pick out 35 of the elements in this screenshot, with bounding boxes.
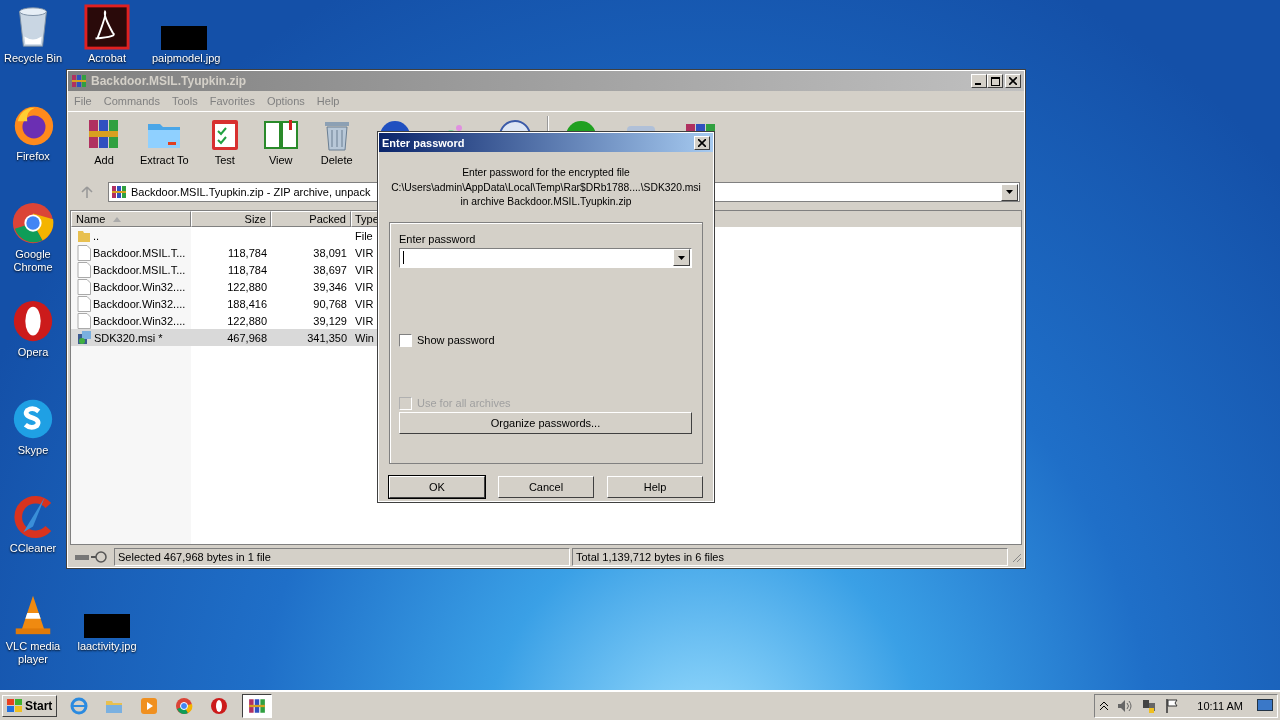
type-cell-text: VIR xyxy=(354,263,375,276)
file-name-cell: SDK320.msi * xyxy=(71,330,191,345)
type-cell-text: VIR xyxy=(354,297,375,310)
packed-cell-text: 38,697 xyxy=(312,263,348,276)
packed-cell-text: 39,346 xyxy=(312,280,348,293)
size-cell-text: 467,968 xyxy=(226,331,268,344)
size-cell-text: 122,880 xyxy=(226,280,268,293)
dialog-message-line: in archive Backdoor.MSIL.Tyupkin.zip xyxy=(460,195,632,209)
packed-cell-text: 90,768 xyxy=(312,297,348,310)
dialog-title: Enter password xyxy=(382,136,465,149)
packed-cell-text: 38,091 xyxy=(312,246,348,259)
file-name-cell: .. xyxy=(71,228,191,243)
type-cell-text: VIR xyxy=(354,280,375,293)
dialog-message-line: C:\Users\admin\AppData\Local\Temp\Rar$DRb1788....\SDK320.msi xyxy=(391,180,701,195)
size-cell-text: 122,880 xyxy=(226,314,268,327)
size-cell-text: 118,784 xyxy=(227,246,268,259)
size-cell-text: 118,784 xyxy=(227,263,268,276)
file-name-cell: Backdoor.Win32.... xyxy=(71,295,191,312)
file-name-cell: Backdoor.Win32.... xyxy=(71,312,191,329)
file-name-cell: Backdoor.Win32.... xyxy=(71,278,191,295)
window-title: Backdoor.MSIL.Tyupkin.zip xyxy=(91,74,248,88)
status-text: Selected 467,968 bytes in 1 file xyxy=(114,548,570,566)
status-text: Total 1,139,712 bytes in 6 files xyxy=(572,548,1008,566)
size-cell-text: 188,416 xyxy=(226,297,268,310)
dialog-message-line: Enter password for the encrypted file xyxy=(462,166,630,180)
file-name-cell: Backdoor.MSIL.T... xyxy=(71,261,191,278)
file-name-cell: Backdoor.MSIL.T... xyxy=(71,244,191,261)
type-cell-text: File xyxy=(354,229,374,242)
packed-cell-text: 341,350 xyxy=(306,331,348,344)
type-cell-text: VIR xyxy=(354,246,375,259)
packed-cell-text: 39,129 xyxy=(312,314,348,327)
type-cell-text: VIR xyxy=(354,314,375,327)
type-cell-text: Win xyxy=(354,331,375,344)
checkbox-label: Show password xyxy=(417,334,495,346)
field-label: Enter password xyxy=(399,232,477,245)
